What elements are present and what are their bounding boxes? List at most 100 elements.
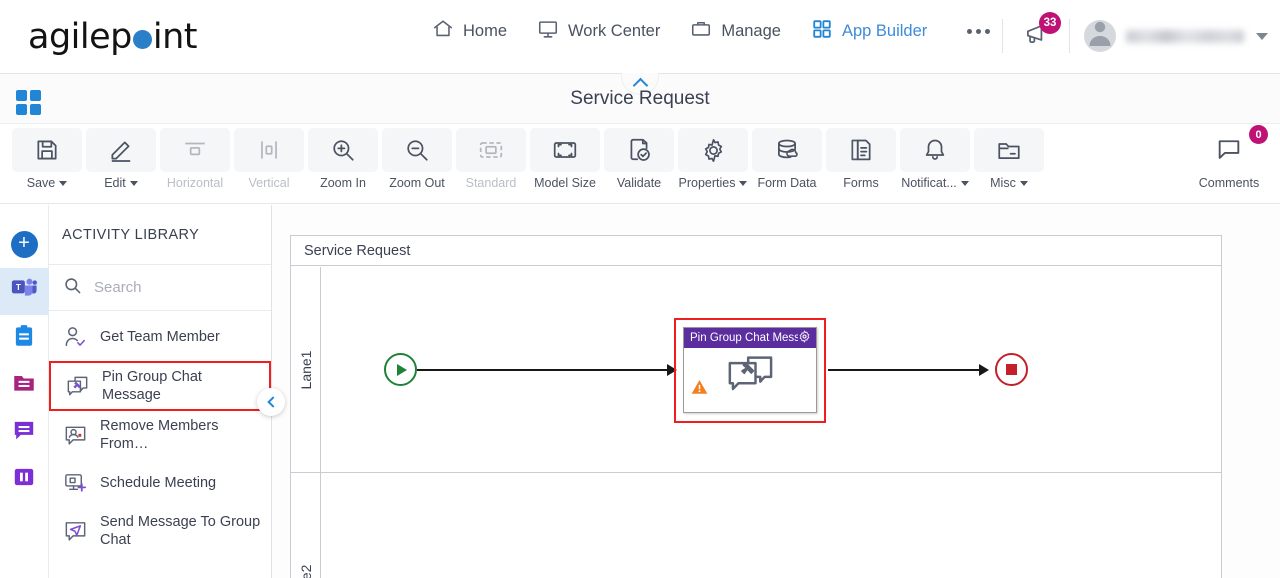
sequence-flow-start-to-activity[interactable] bbox=[417, 369, 675, 371]
toolbar-label-misc: Misc bbox=[990, 176, 1016, 190]
lane-1[interactable]: Lane1 Pin Group Chat Messa... bbox=[291, 267, 1221, 473]
pool-title: Service Request bbox=[291, 236, 1221, 266]
rail-item-tasks[interactable] bbox=[0, 315, 49, 362]
chevron-left-icon bbox=[266, 396, 279, 408]
lane-2-header[interactable]: Lane2 bbox=[291, 473, 321, 578]
svg-text:T: T bbox=[16, 283, 21, 292]
activity-item-schedule-meeting[interactable]: Schedule Meeting bbox=[49, 459, 271, 507]
activity-label: Send Message To Group Chat bbox=[100, 514, 261, 548]
toolbar-label-standard: Standard bbox=[465, 176, 517, 190]
toolbar-button-forms[interactable]: Forms bbox=[824, 128, 898, 200]
toolbar-button-save[interactable]: Save bbox=[10, 128, 84, 200]
remove-members-icon bbox=[61, 421, 89, 449]
comments-badge: 0 bbox=[1249, 125, 1268, 144]
agilepoint-logo[interactable]: agilep int bbox=[28, 16, 198, 58]
app-root: agilep int Home Work Center Manage App B… bbox=[0, 0, 1280, 578]
toolbar-button-comments[interactable]: 0 Comments bbox=[1192, 125, 1268, 200]
ellipsis-icon[interactable] bbox=[967, 29, 991, 34]
add-plus-icon: + bbox=[10, 231, 38, 258]
get-team-member-icon bbox=[61, 323, 89, 351]
collapse-library-button[interactable] bbox=[257, 388, 285, 416]
fit-standard-icon bbox=[456, 128, 526, 172]
toolbar-label-notifications: Notificat... bbox=[901, 176, 957, 190]
pool-service-request[interactable]: Service Request Lane1 Pin Group Chat Mes… bbox=[290, 235, 1222, 578]
toolbar-label-comments: Comments bbox=[1198, 176, 1260, 190]
chevron-down-icon bbox=[129, 180, 138, 186]
toolbar-button-edit[interactable]: Edit bbox=[84, 128, 158, 200]
global-header: agilep int Home Work Center Manage App B… bbox=[0, 0, 1280, 74]
activity-label: Get Team Member bbox=[100, 329, 220, 345]
grid-icon bbox=[811, 18, 833, 45]
activity-search-row[interactable] bbox=[49, 265, 271, 311]
toolbar-button-form-data[interactable]: Form Data bbox=[750, 128, 824, 200]
rail-item-parallel[interactable] bbox=[0, 456, 49, 503]
process-canvas[interactable]: Service Request Lane1 Pin Group Chat Mes… bbox=[272, 205, 1280, 578]
activity-label: Remove Members From… bbox=[100, 418, 219, 452]
activity-item-pin-group-chat-message[interactable]: Pin Group Chat Message bbox=[49, 361, 271, 411]
lane-1-canvas[interactable]: Pin Group Chat Messa... bbox=[322, 267, 1221, 472]
activity-pin-group-chat-message[interactable]: Pin Group Chat Messa... bbox=[683, 327, 817, 413]
toolbar-button-horizontal: Horizontal bbox=[158, 128, 232, 200]
toolbar-button-vertical: Vertical bbox=[232, 128, 306, 200]
username-label bbox=[1126, 29, 1244, 43]
rail-item-messages[interactable] bbox=[0, 409, 49, 456]
toolbar-button-misc[interactable]: Misc bbox=[972, 128, 1046, 200]
start-event[interactable] bbox=[384, 353, 417, 386]
activity-label: Pin Group Chat Message bbox=[102, 369, 202, 403]
end-event[interactable] bbox=[995, 353, 1028, 386]
activity-library-title: ACTIVITY LIBRARY bbox=[49, 205, 271, 265]
toolbar-label-save: Save bbox=[26, 176, 56, 190]
toolbar-label-form-data: Form Data bbox=[757, 176, 817, 190]
fullscreen-icon bbox=[530, 128, 600, 172]
rail-item-add[interactable]: + bbox=[0, 221, 49, 268]
chevron-down-icon[interactable] bbox=[1256, 32, 1268, 40]
nav-label-app-builder: App Builder bbox=[841, 22, 928, 40]
avatar[interactable] bbox=[1084, 20, 1116, 52]
home-icon bbox=[432, 18, 454, 45]
toolbar-button-zoom-in[interactable]: Zoom In bbox=[306, 128, 380, 200]
save-icon bbox=[12, 128, 82, 172]
announcements-button[interactable]: 33 bbox=[1017, 12, 1061, 55]
nav-label-work-center: Work Center bbox=[568, 22, 661, 40]
pencil-icon bbox=[86, 128, 156, 172]
toolbar-label-edit: Edit bbox=[104, 176, 126, 190]
activity-item-get-team-member[interactable]: Get Team Member bbox=[49, 313, 271, 361]
toolbar-button-standard: Standard bbox=[454, 128, 528, 200]
lane-2[interactable]: Lane2 bbox=[291, 473, 1221, 578]
nav-item-app-builder[interactable]: App Builder bbox=[811, 18, 927, 45]
database-icon bbox=[752, 128, 822, 172]
comment-bubble-icon: 0 bbox=[1194, 125, 1268, 172]
search-icon bbox=[63, 276, 82, 300]
toolbar-button-validate[interactable]: Validate bbox=[602, 128, 676, 200]
toolbar-label-forms: Forms bbox=[843, 176, 879, 190]
chevron-down-icon bbox=[59, 180, 68, 186]
microsoft-teams-icon: T bbox=[10, 276, 38, 307]
gear-icon[interactable] bbox=[798, 330, 811, 346]
bell-icon bbox=[900, 128, 970, 172]
lane-2-canvas[interactable] bbox=[322, 473, 1221, 578]
align-horizontal-icon bbox=[160, 128, 230, 172]
toolbar-button-zoom-out[interactable]: Zoom Out bbox=[380, 128, 454, 200]
parallel-bars-icon bbox=[11, 464, 37, 495]
sequence-flow-activity-to-end[interactable] bbox=[828, 369, 986, 371]
toolbar-button-properties[interactable]: Properties bbox=[676, 128, 750, 200]
nav-item-manage[interactable]: Manage bbox=[690, 18, 781, 45]
toolbar-button-notifications[interactable]: Notificat... bbox=[898, 128, 972, 200]
toolbar-button-model-size[interactable]: Model Size bbox=[528, 128, 602, 200]
gear-icon bbox=[678, 128, 748, 172]
rail-item-documents[interactable] bbox=[0, 362, 49, 409]
page-title: Service Request bbox=[570, 88, 710, 109]
nav-item-home[interactable]: Home bbox=[432, 18, 507, 45]
rail-item-microsoft-teams[interactable]: T bbox=[0, 268, 49, 315]
chevron-down-icon bbox=[739, 180, 748, 186]
lane-1-header[interactable]: Lane1 bbox=[291, 267, 321, 472]
search-input[interactable] bbox=[92, 278, 242, 297]
activity-item-remove-members-from[interactable]: Remove Members From… bbox=[49, 411, 271, 459]
activity-item-send-message-to-group-chat[interactable]: Send Message To Group Chat bbox=[49, 507, 271, 555]
activity-body bbox=[684, 348, 816, 406]
nav-item-work-center[interactable]: Work Center bbox=[537, 18, 660, 45]
warning-triangle-icon bbox=[690, 378, 709, 401]
toolbar-label-zoom-out: Zoom Out bbox=[389, 176, 445, 190]
briefcase-icon bbox=[690, 18, 712, 45]
folder-icon bbox=[11, 370, 37, 401]
